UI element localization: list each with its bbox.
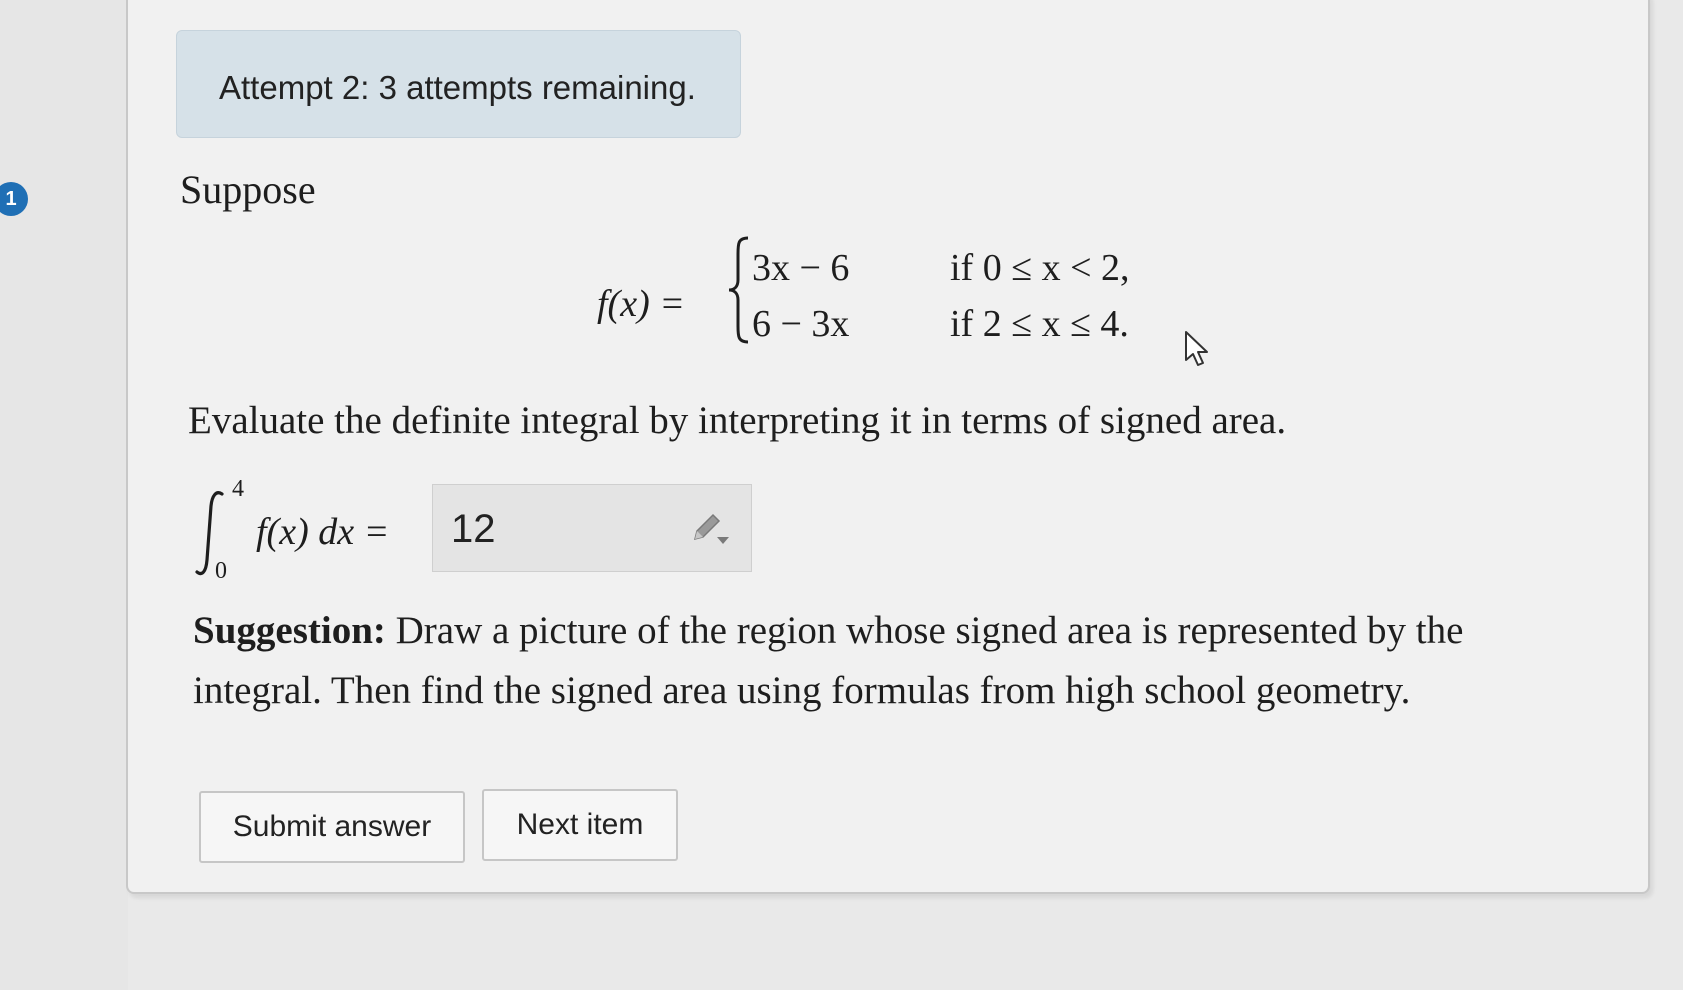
integral-upper-limit: 4 bbox=[232, 476, 244, 502]
answer-input[interactable]: 12 bbox=[432, 484, 752, 572]
answer-value[interactable]: 12 bbox=[451, 507, 496, 552]
cases-brace bbox=[726, 234, 752, 351]
pencil-dropdown-icon[interactable] bbox=[689, 509, 731, 554]
submit-answer-button[interactable]: Submit answer bbox=[199, 791, 465, 863]
function-lhs: f(x) = bbox=[597, 283, 685, 325]
case-2-expression: 6 − 3x bbox=[752, 303, 850, 345]
next-item-button[interactable]: Next item bbox=[482, 789, 678, 861]
prompt-intro: Suppose bbox=[180, 167, 316, 212]
case-2-condition: if 2 ≤ x ≤ 4. bbox=[950, 303, 1129, 345]
suggestion-line-2: integral. Then find the signed area usin… bbox=[193, 669, 1411, 712]
instruction-text: Evaluate the definite integral by interp… bbox=[188, 399, 1287, 442]
mouse-cursor-icon bbox=[1184, 330, 1210, 373]
case-1-expression: 3x − 6 bbox=[752, 247, 850, 289]
integral-expression: f(x) dx = bbox=[256, 511, 390, 553]
case-1-condition: if 0 ≤ x < 2, bbox=[950, 247, 1130, 289]
suggestion-label: Suggestion: bbox=[193, 609, 386, 652]
attempt-notice-text: Attempt 2: 3 attempts remaining. bbox=[219, 69, 696, 106]
page-background bbox=[0, 0, 128, 990]
attempt-notice: Attempt 2: 3 attempts remaining. bbox=[176, 30, 741, 138]
integral-lower-limit: 0 bbox=[215, 558, 227, 584]
suggestion-line-1: Suggestion: Draw a picture of the region… bbox=[193, 609, 1464, 652]
